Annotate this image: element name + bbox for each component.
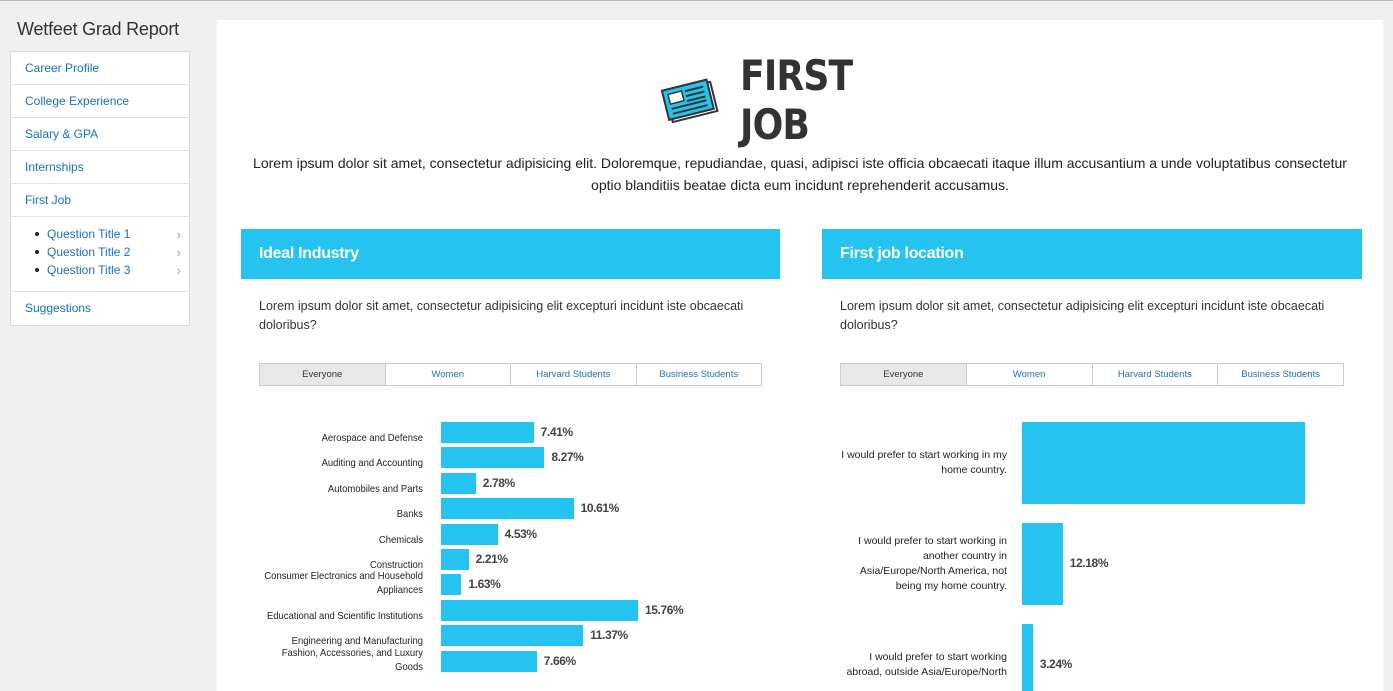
page-intro: Lorem ipsum dolor sit amet, consectetur …: [253, 155, 1347, 193]
bar: [441, 650, 537, 672]
tab-business-students[interactable]: Business Students: [1217, 364, 1343, 385]
chevron-right-icon: ›: [176, 244, 181, 260]
panel-first-job-location: First job location Lorem ipsum dolor sit…: [822, 229, 1362, 691]
sidebar-item-career-profile[interactable]: Career Profile: [11, 52, 189, 85]
panel-ideal-industry: Ideal Industry Lorem ipsum dolor sit ame…: [241, 229, 780, 691]
sidebar-item-college-experience[interactable]: College Experience: [11, 85, 189, 118]
panel-title: Ideal Industry: [241, 229, 780, 279]
bar: [441, 523, 498, 545]
chevron-right-icon: ›: [176, 262, 181, 278]
bar: [441, 422, 534, 443]
chevron-right-icon: ›: [176, 226, 181, 242]
tab-everyone[interactable]: Everyone: [841, 364, 966, 385]
panel-description: Lorem ipsum dolor sit amet, consectetur …: [259, 299, 744, 332]
bar-value-label: 3.24%: [1039, 657, 1072, 671]
sidebar-nav: Career Profile College Experience Salary…: [10, 51, 190, 326]
sidebar-subitem-label: Question Title 1: [47, 227, 131, 241]
category-label: Aerospace and Defense: [321, 432, 423, 444]
newspaper-icon: [660, 78, 719, 124]
tab-business-students[interactable]: Business Students: [635, 364, 762, 385]
main-content: FIRST JOB Lorem ipsum dolor sit amet, co…: [217, 20, 1383, 691]
category-label: Banks: [396, 508, 423, 521]
category-label: I would prefer to start working abroad, …: [846, 651, 1007, 678]
bar: [441, 599, 638, 621]
app-title: Wetfeet Grad Report: [17, 19, 179, 39]
sidebar-item-suggestions[interactable]: Suggestions: [11, 292, 189, 325]
sidebar-subitem-question-2[interactable]: Question Title 2 ›: [35, 243, 181, 261]
sidebar-subnav: Question Title 1 › Question Title 2 › Qu…: [11, 217, 189, 292]
bar-value-label: 12.18%: [1069, 556, 1109, 570]
bar-value-label: 2.78%: [482, 475, 515, 490]
filter-tabs: Everyone Women Harvard Students Business…: [840, 363, 1344, 386]
bar-value-label: 7.66%: [543, 653, 576, 668]
sidebar: Wetfeet Grad Report Career Profile Colle…: [10, 1, 190, 326]
sidebar-subitem-question-3[interactable]: Question Title 3 ›: [35, 261, 181, 279]
tab-women[interactable]: Women: [384, 364, 511, 385]
sidebar-subitem-question-1[interactable]: Question Title 1 ›: [35, 225, 181, 243]
ideal-industry-chart: Aerospace and Defense 7.41% Auditing and A…: [241, 422, 780, 691]
category-label: Fashion, Accessories, and Luxury Goods: [281, 646, 423, 673]
bar: [1022, 523, 1063, 605]
bar: [441, 472, 476, 494]
first-job-location-chart: I would prefer to start working in my ho…: [822, 422, 1362, 691]
panel-title: First job location: [822, 229, 1362, 279]
bar-value-label: 1.63%: [468, 577, 501, 592]
bar-value-label: 8.27%: [551, 450, 584, 465]
panel-description: Lorem ipsum dolor sit amet, consectetur …: [840, 299, 1325, 332]
tab-everyone[interactable]: Everyone: [260, 364, 385, 385]
category-label: Auditing and Accounting: [321, 457, 423, 470]
category-label: Educational and Scientific Institutions: [266, 609, 423, 622]
tab-harvard-students[interactable]: Harvard Students: [1091, 364, 1218, 385]
bar-value-label: 4.53%: [504, 526, 537, 541]
category-label: Consumer Electronics and Household Appli…: [264, 570, 423, 597]
bar: [1022, 624, 1033, 691]
category-label: Automobiles and Parts: [327, 482, 423, 495]
tab-women[interactable]: Women: [965, 364, 1092, 385]
bar-value-label: 15.76%: [645, 602, 684, 617]
bar: [441, 549, 469, 570]
bar-value-label: 11.37%: [590, 628, 628, 643]
category-label: Chemicals: [378, 533, 423, 546]
bar-value-label: 7.41%: [540, 425, 573, 439]
sidebar-subitem-label: Question Title 2: [47, 245, 131, 259]
sidebar-item-first-job[interactable]: First Job: [11, 184, 189, 217]
tab-harvard-students[interactable]: Harvard Students: [510, 364, 636, 385]
bar: [441, 498, 574, 520]
bar: [441, 574, 462, 596]
filter-tabs: Everyone Women Harvard Students Business…: [259, 363, 762, 386]
category-label: I would prefer to start working in my ho…: [841, 449, 1007, 476]
sidebar-item-salary-gpa[interactable]: Salary & GPA: [11, 118, 189, 151]
bar: [441, 625, 584, 647]
category-label: I would prefer to start working in anoth…: [858, 535, 1007, 592]
sidebar-item-internships[interactable]: Internships: [11, 151, 189, 184]
sidebar-subitem-label: Question Title 3: [47, 263, 131, 277]
bar: [441, 447, 545, 469]
bar-value-label: 10.61%: [580, 501, 620, 516]
bar-value-label: 2.21%: [475, 552, 508, 566]
page-header: FIRST JOB: [217, 51, 1383, 149]
bar: [1022, 422, 1306, 504]
page-title: FIRST JOB: [740, 51, 853, 149]
